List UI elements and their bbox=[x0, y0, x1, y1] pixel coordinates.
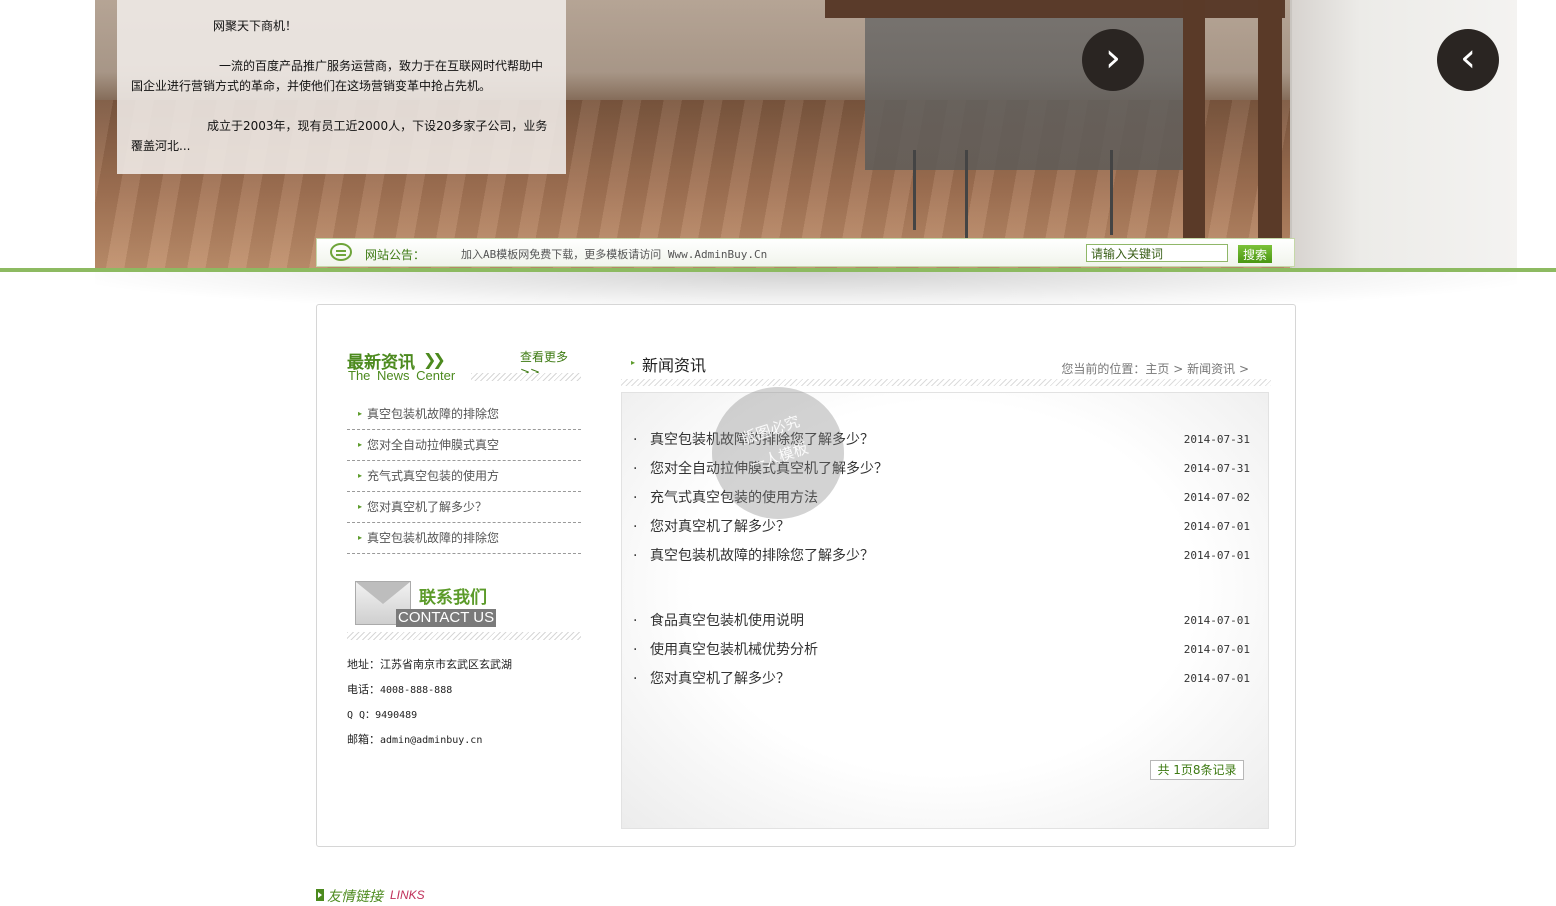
list-item[interactable]: ▸ 您对真空机了解多少？ bbox=[347, 492, 581, 523]
stripe-divider bbox=[347, 632, 581, 640]
bullet-icon: ▸ bbox=[358, 409, 363, 418]
list-item-label: 真空包装机故障的排除您 bbox=[367, 531, 500, 545]
breadcrumb-separator: > bbox=[1238, 362, 1249, 376]
notice-label: 网站公告： bbox=[365, 248, 426, 262]
notice-bar: 网站公告： 加入AB模板网免费下载，更多模板请访问 Www.AdminBuy.C… bbox=[316, 238, 1295, 267]
list-item[interactable]: ▸ 真空包装机故障的排除您 bbox=[347, 523, 581, 554]
news-date: 2014-07-01 bbox=[1183, 672, 1250, 685]
search-button[interactable]: 搜索 bbox=[1238, 245, 1272, 263]
email-label: 邮箱： bbox=[347, 733, 380, 746]
news-date: 2014-07-01 bbox=[1183, 614, 1250, 627]
links-title: 友情链接 bbox=[327, 889, 383, 905]
bullet-icon: · bbox=[633, 613, 638, 629]
breadcrumb-separator: > bbox=[1173, 362, 1184, 376]
phone-label: 电话： bbox=[347, 683, 380, 696]
pagination-info: 共 1页8条记录 bbox=[1150, 760, 1244, 780]
links-subtitle: LINKS bbox=[390, 888, 425, 902]
banner-chair-leg bbox=[965, 150, 968, 240]
phone-value: 4008-888-888 bbox=[380, 685, 453, 696]
bullet-icon: ▸ bbox=[358, 440, 363, 449]
news-row[interactable]: · 真空包装机故障的排除您了解多少？ 2014-07-01 bbox=[633, 545, 1253, 567]
bullet-icon: ▸ bbox=[358, 502, 363, 511]
email-value[interactable]: admin@adminbuy.cn bbox=[380, 735, 482, 746]
bullet-icon: ▸ bbox=[631, 358, 636, 367]
news-date: 2014-07-01 bbox=[1183, 549, 1250, 562]
news-date: 2014-07-31 bbox=[1183, 462, 1250, 475]
list-item-label: 您对全自动拉伸膜式真空 bbox=[367, 438, 500, 452]
banner-chair bbox=[865, 0, 1195, 170]
breadcrumb-prefix: 您当前的位置： bbox=[1061, 362, 1146, 376]
contact-header: 联系我们 CONTACT US bbox=[347, 579, 581, 640]
banner-chair-leg bbox=[1110, 150, 1113, 235]
latest-news-list: ▸ 真空包装机故障的排除您 ▸ 您对全自动拉伸膜式真空 ▸ 充气式真空包装的使用方 ▸… bbox=[347, 399, 581, 554]
news-row[interactable]: · 您对真空机了解多少？ 2014-07-01 bbox=[633, 668, 1253, 690]
breadcrumb-home[interactable]: 主页 bbox=[1145, 362, 1169, 376]
banner-chair-leg bbox=[913, 150, 916, 230]
list-item[interactable]: ▸ 真空包装机故障的排除您 bbox=[347, 399, 581, 430]
play-icon bbox=[316, 889, 324, 901]
intro-title: 网聚天下商机！ bbox=[213, 19, 298, 33]
intro-paragraph: 成立于2003年，现有员工近2000人，下设20多家子公司，业务覆盖河北... bbox=[131, 119, 548, 153]
notice-text[interactable]: 加入AB模板网免费下载，更多模板请访问 Www.AdminBuy.Cn bbox=[461, 246, 767, 262]
list-item[interactable]: ▸ 您对全自动拉伸膜式真空 bbox=[347, 430, 581, 461]
news-center-subtitle: The News Center bbox=[348, 368, 456, 383]
list-item-label: 真空包装机故障的排除您 bbox=[367, 407, 500, 421]
company-intro: 网聚天下商机！ 一流的百度产品推广服务运营商，致力于在互联网时代帮助中国企业进行… bbox=[117, 0, 566, 174]
stripe-divider bbox=[621, 379, 1271, 386]
news-date: 2014-07-01 bbox=[1183, 520, 1250, 533]
contact-title: 联系我们 bbox=[419, 588, 487, 608]
list-item-label: 您对真空机了解多少？ bbox=[367, 500, 488, 514]
bullet-icon: · bbox=[633, 519, 638, 535]
chevron-right-icon: › bbox=[1105, 35, 1121, 81]
contact-subtitle: CONTACT US bbox=[396, 609, 497, 627]
list-item[interactable]: ▸ 充气式真空包装的使用方 bbox=[347, 461, 581, 492]
contact-email: 邮箱：admin@adminbuy.cn bbox=[347, 730, 587, 755]
search-input[interactable] bbox=[1086, 244, 1228, 262]
bullet-icon: ▸ bbox=[358, 533, 363, 542]
contact-address: 地址：江苏省南京市玄武区玄武湖 bbox=[347, 655, 587, 680]
bullet-icon: · bbox=[633, 432, 638, 448]
bullet-icon: · bbox=[633, 461, 638, 477]
news-section-header: ▸ 新闻资讯 您当前的位置：主页 > 新闻资讯 > bbox=[621, 350, 1271, 386]
contact-info: 地址：江苏省南京市玄武区玄武湖 电话：4008-888-888 Q Q：9490… bbox=[347, 655, 587, 755]
address-value: 江苏省南京市玄武区玄武湖 bbox=[380, 658, 512, 671]
contact-qq: Q Q：9490489 bbox=[347, 705, 587, 730]
speech-bubble-icon bbox=[330, 243, 352, 261]
slider-next-button[interactable]: › bbox=[1082, 29, 1144, 91]
news-date: 2014-07-01 bbox=[1183, 643, 1250, 656]
news-title[interactable]: 真空包装机故障的排除您了解多少？ bbox=[650, 545, 874, 567]
contact-phone: 电话：4008-888-888 bbox=[347, 680, 587, 705]
qq-label: Q Q： bbox=[347, 710, 376, 721]
news-title[interactable]: 您对真空机了解多少？ bbox=[650, 668, 790, 690]
news-date: 2014-07-31 bbox=[1183, 433, 1250, 446]
bullet-icon: ▸ bbox=[358, 471, 363, 480]
breadcrumb: 您当前的位置：主页 > 新闻资讯 > bbox=[1061, 360, 1249, 377]
chevron-left-icon: ‹ bbox=[1460, 35, 1476, 81]
qq-value: 9490489 bbox=[375, 710, 418, 721]
bullet-icon: · bbox=[633, 548, 638, 564]
news-title[interactable]: 使用真空包装机械优势分析 bbox=[650, 639, 818, 661]
news-row[interactable]: · 使用真空包装机械优势分析 2014-07-01 bbox=[633, 639, 1253, 661]
news-row[interactable]: · 食品真空包装机使用说明 2014-07-01 bbox=[633, 610, 1253, 632]
intro-paragraph: 一流的百度产品推广服务运营商，致力于在互联网时代帮助中国企业进行营销方式的革命，… bbox=[131, 59, 544, 93]
banner-table-leg bbox=[1258, 0, 1282, 240]
hero-banner: 网聚天下商机！ 一流的百度产品推广服务运营商，致力于在互联网时代帮助中国企业进行… bbox=[95, 0, 1517, 268]
news-title[interactable]: 食品真空包装机使用说明 bbox=[650, 610, 804, 632]
address-label: 地址： bbox=[347, 658, 380, 671]
news-center-header: 最新资讯 ❯❯ The News Center 查看更多>> bbox=[347, 346, 581, 386]
news-date: 2014-07-02 bbox=[1183, 491, 1250, 504]
stripe-divider bbox=[471, 373, 581, 381]
bullet-icon: · bbox=[633, 642, 638, 658]
bullet-icon: · bbox=[633, 490, 638, 506]
page-title: 新闻资讯 bbox=[642, 356, 707, 375]
news-row[interactable]: · 您对真空机了解多少？ 2014-07-01 bbox=[633, 516, 1253, 538]
breadcrumb-current[interactable]: 新闻资讯 bbox=[1187, 362, 1235, 376]
bullet-icon: · bbox=[633, 671, 638, 687]
double-chevron-icon: ❯❯ bbox=[423, 350, 446, 369]
news-title[interactable]: 您对真空机了解多少？ bbox=[650, 516, 790, 538]
banner-table bbox=[825, 0, 1285, 18]
banner-table-leg bbox=[1183, 0, 1205, 240]
list-item-label: 充气式真空包装的使用方 bbox=[367, 469, 500, 483]
slider-prev-button[interactable]: ‹ bbox=[1437, 29, 1499, 91]
